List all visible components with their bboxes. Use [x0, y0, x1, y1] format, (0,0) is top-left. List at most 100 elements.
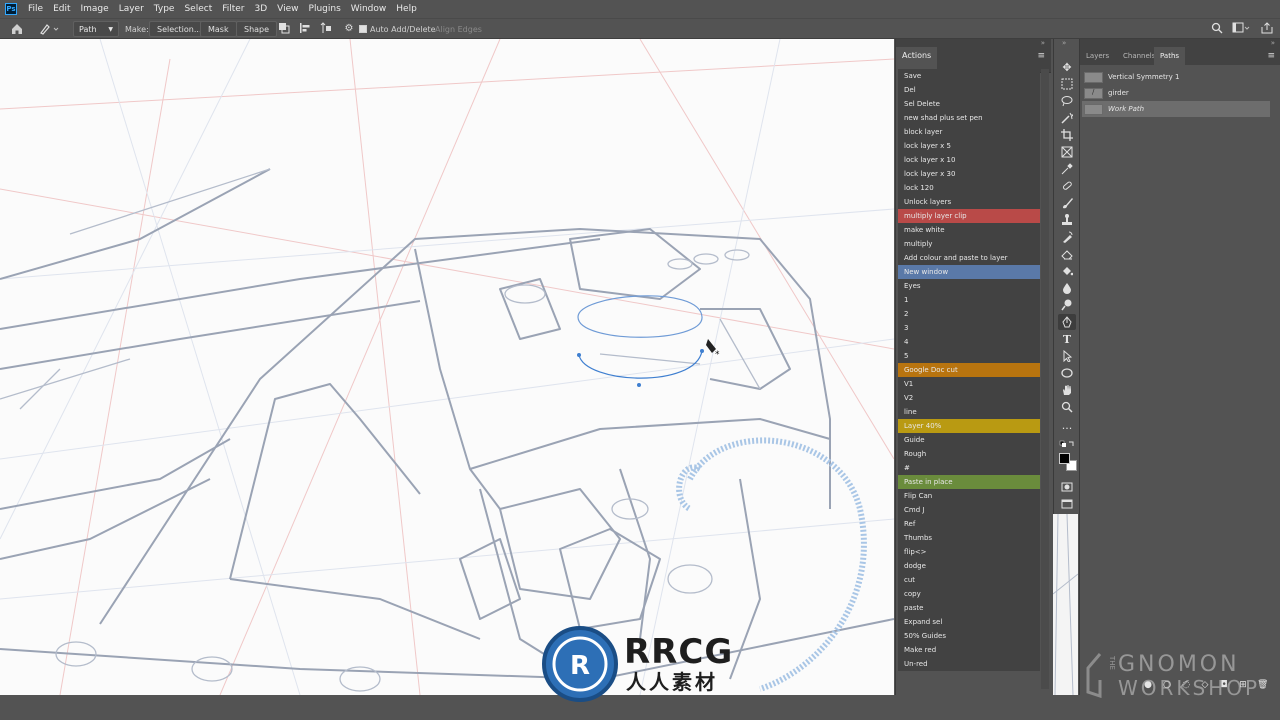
- action-item[interactable]: Del: [898, 83, 1040, 97]
- action-item[interactable]: lock layer x 5: [898, 139, 1040, 153]
- path-row-vertical-symmetry[interactable]: Vertical Symmetry 1: [1082, 69, 1270, 85]
- action-item[interactable]: flip<>: [898, 545, 1040, 559]
- action-item[interactable]: lock layer x 10: [898, 153, 1040, 167]
- menu-view[interactable]: View: [272, 0, 303, 18]
- action-item[interactable]: lock 120: [898, 181, 1040, 195]
- default-colors-icon[interactable]: [1058, 437, 1076, 453]
- action-item[interactable]: line: [898, 405, 1040, 419]
- foreground-color-swatch[interactable]: [1059, 453, 1070, 464]
- search-icon[interactable]: [1210, 21, 1224, 35]
- menu-plugins[interactable]: Plugins: [304, 0, 346, 18]
- eyedropper-tool-icon[interactable]: [1058, 161, 1076, 177]
- hand-tool-icon[interactable]: [1058, 382, 1076, 398]
- panel-menu-icon[interactable]: ≡: [1267, 51, 1275, 61]
- action-item[interactable]: Thumbs: [898, 531, 1040, 545]
- path-alignment-icon[interactable]: [298, 21, 312, 35]
- action-item[interactable]: dodge: [898, 559, 1040, 573]
- home-icon[interactable]: [10, 21, 24, 37]
- action-item[interactable]: Sel Delete: [898, 97, 1040, 111]
- menu-window[interactable]: Window: [346, 0, 392, 18]
- menu-help[interactable]: Help: [391, 0, 422, 18]
- checkbox-checked-icon[interactable]: [359, 25, 367, 33]
- action-item[interactable]: Flip Can: [898, 489, 1040, 503]
- action-item[interactable]: Ref: [898, 517, 1040, 531]
- path-selection-tool-icon[interactable]: [1058, 348, 1076, 364]
- path-arrangement-icon[interactable]: [319, 21, 333, 35]
- action-item[interactable]: paste: [898, 601, 1040, 615]
- action-item[interactable]: Unlock layers: [898, 195, 1040, 209]
- blur-tool-icon[interactable]: [1058, 280, 1076, 296]
- auto-add-delete-toggle[interactable]: Auto Add/Delete: [359, 21, 436, 37]
- share-icon[interactable]: [1260, 21, 1274, 35]
- action-item[interactable]: lock layer x 30: [898, 167, 1040, 181]
- menu-layer[interactable]: Layer: [114, 0, 149, 18]
- menu-file[interactable]: File: [23, 0, 48, 18]
- action-item[interactable]: Make red: [898, 643, 1040, 657]
- move-tool-icon[interactable]: ✥: [1058, 59, 1076, 75]
- lasso-tool-icon[interactable]: [1058, 93, 1076, 109]
- collapse-toolbar-icon[interactable]: »: [1062, 39, 1066, 47]
- brush-tool-icon[interactable]: [1058, 195, 1076, 211]
- action-item[interactable]: Un-red: [898, 657, 1040, 671]
- history-brush-tool-icon[interactable]: [1058, 229, 1076, 245]
- action-item[interactable]: block layer: [898, 125, 1040, 139]
- action-item[interactable]: 4: [898, 335, 1040, 349]
- action-item[interactable]: V2: [898, 391, 1040, 405]
- action-item[interactable]: 3: [898, 321, 1040, 335]
- tab-paths[interactable]: Paths: [1154, 47, 1186, 65]
- action-item[interactable]: multiply layer clip: [898, 209, 1040, 223]
- more-tools-icon[interactable]: ···: [1058, 420, 1076, 436]
- path-row-girder[interactable]: / girder: [1082, 85, 1270, 101]
- collapse-panel-icon[interactable]: »: [1271, 39, 1275, 47]
- menu-3d[interactable]: 3D: [250, 0, 273, 18]
- healing-brush-tool-icon[interactable]: [1058, 178, 1076, 194]
- zoom-tool-icon[interactable]: [1058, 399, 1076, 415]
- tab-layers[interactable]: Layers: [1080, 47, 1115, 65]
- magic-wand-tool-icon[interactable]: [1058, 110, 1076, 126]
- pen-tool-preset-icon[interactable]: [38, 21, 60, 37]
- frame-tool-icon[interactable]: [1058, 144, 1076, 160]
- action-item[interactable]: 5: [898, 349, 1040, 363]
- ellipse-tool-icon[interactable]: [1058, 365, 1076, 381]
- menu-type[interactable]: Type: [149, 0, 180, 18]
- screen-mode-icon[interactable]: [1058, 496, 1076, 512]
- action-item[interactable]: Layer 40%: [898, 419, 1040, 433]
- action-item[interactable]: #: [898, 461, 1040, 475]
- path-operations-icon[interactable]: [277, 21, 291, 35]
- color-swatches[interactable]: [1059, 453, 1077, 471]
- quick-mask-icon[interactable]: [1058, 479, 1076, 495]
- action-item[interactable]: multiply: [898, 237, 1040, 251]
- action-item[interactable]: Guide: [898, 433, 1040, 447]
- action-item[interactable]: V1: [898, 377, 1040, 391]
- action-item[interactable]: Paste in place: [898, 475, 1040, 489]
- action-item[interactable]: make white: [898, 223, 1040, 237]
- action-item[interactable]: Cmd J: [898, 503, 1040, 517]
- panel-menu-icon[interactable]: ≡: [1037, 51, 1045, 61]
- action-item[interactable]: 2: [898, 307, 1040, 321]
- action-item[interactable]: cut: [898, 573, 1040, 587]
- document-canvas[interactable]: *: [0, 39, 894, 695]
- paint-bucket-tool-icon[interactable]: [1058, 263, 1076, 279]
- menu-image[interactable]: Image: [76, 0, 114, 18]
- make-mask-button[interactable]: Mask: [200, 21, 237, 37]
- menu-filter[interactable]: Filter: [217, 0, 249, 18]
- actions-scrollbar[interactable]: [1041, 69, 1049, 689]
- gear-icon[interactable]: ⚙: [342, 21, 356, 35]
- action-item[interactable]: New window: [898, 265, 1040, 279]
- crop-tool-icon[interactable]: [1058, 127, 1076, 143]
- eraser-tool-icon[interactable]: [1058, 246, 1076, 262]
- marquee-tool-icon[interactable]: [1058, 76, 1076, 92]
- action-item[interactable]: new shad plus set pen: [898, 111, 1040, 125]
- pen-tool-icon[interactable]: [1058, 314, 1076, 330]
- action-item[interactable]: 50% Guides: [898, 629, 1040, 643]
- action-item[interactable]: copy: [898, 587, 1040, 601]
- collapse-panel-icon[interactable]: »: [1041, 39, 1045, 47]
- workspace-switcher-icon[interactable]: [1231, 21, 1251, 35]
- action-item[interactable]: Eyes: [898, 279, 1040, 293]
- make-shape-button[interactable]: Shape: [236, 21, 278, 37]
- path-row-work-path[interactable]: Work Path: [1082, 101, 1270, 117]
- menu-edit[interactable]: Edit: [48, 0, 75, 18]
- action-item[interactable]: Save: [898, 69, 1040, 83]
- action-item[interactable]: Add colour and paste to layer: [898, 251, 1040, 265]
- action-item[interactable]: Google Doc cut: [898, 363, 1040, 377]
